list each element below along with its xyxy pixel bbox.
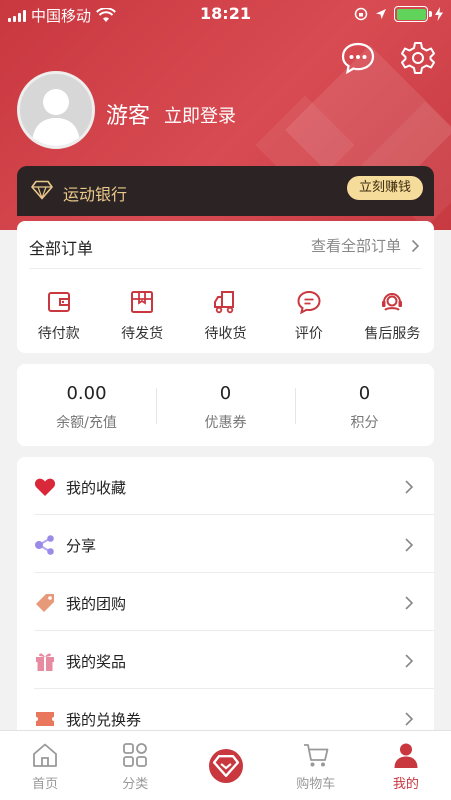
tab-label: 购物车 xyxy=(296,777,336,792)
share-icon xyxy=(35,535,54,555)
order-pending-shipment[interactable]: 待发货 xyxy=(100,289,183,343)
menu-item-label: 我的兑换券 xyxy=(66,711,142,729)
location-icon xyxy=(376,9,386,19)
tab-cart[interactable]: 购物车 xyxy=(271,731,361,800)
coupon-stat[interactable]: 0 优惠券 xyxy=(156,364,295,446)
order-pending-receipt[interactable]: 待收货 xyxy=(184,289,267,343)
comment-icon xyxy=(297,290,321,315)
menu-item-label: 分享 xyxy=(66,537,97,555)
chevron-right-icon xyxy=(405,712,414,726)
menu-item-label: 我的团购 xyxy=(66,595,127,613)
avatar[interactable] xyxy=(17,71,95,149)
user-icon xyxy=(394,743,418,768)
order-item-label: 待发货 xyxy=(121,326,164,342)
coupon-label: 优惠券 xyxy=(204,415,247,431)
tab-label: 分类 xyxy=(122,777,149,792)
gift-icon xyxy=(36,653,54,671)
menu-item-label: 我的奖品 xyxy=(66,653,127,671)
menu-item-share[interactable]: 分享 xyxy=(17,515,434,573)
login-button[interactable]: 立即登录 xyxy=(164,102,236,128)
diamond-icon xyxy=(31,180,53,200)
coupon-value: 0 xyxy=(219,383,232,404)
order-item-label: 评价 xyxy=(294,326,323,342)
user-name: 游客 xyxy=(106,104,151,129)
balance-stat[interactable]: 0.00 余额/充值 xyxy=(17,364,156,446)
battery-icon xyxy=(394,6,432,22)
points-value: 0 xyxy=(358,383,371,404)
order-review[interactable]: 评价 xyxy=(267,289,350,343)
order-after-sales[interactable]: 售后服务 xyxy=(351,289,434,343)
points-stat[interactable]: 0 积分 xyxy=(295,364,434,446)
box-icon xyxy=(131,291,154,313)
heart-icon xyxy=(34,478,56,496)
chevron-right-icon xyxy=(411,239,420,252)
tab-bar: 首页 分类 购物车 我的 xyxy=(0,730,451,800)
grid-icon xyxy=(123,743,148,767)
tag-icon xyxy=(36,594,54,612)
coupon-icon xyxy=(36,712,54,726)
menu-item-prizes[interactable]: 我的奖品 xyxy=(17,631,434,689)
account-stats-card: 0.00 余额/充值 0 优惠券 0 积分 xyxy=(17,364,434,446)
chevron-right-icon xyxy=(405,480,414,494)
divider xyxy=(29,268,422,269)
orientation-lock-icon xyxy=(354,7,368,21)
center-tab-button[interactable] xyxy=(208,749,243,783)
balance-value: 0.00 xyxy=(66,383,107,404)
points-label: 积分 xyxy=(350,415,379,431)
status-bar: 中国移动 18:21 xyxy=(0,0,451,30)
gear-icon[interactable] xyxy=(400,40,436,76)
orders-card: 全部订单 查看全部订单 待付款 待发货 待收货 评价 售后服务 xyxy=(17,221,434,353)
tab-category[interactable]: 分类 xyxy=(90,731,180,800)
earn-money-button[interactable]: 立刻赚钱 xyxy=(346,176,423,200)
wallet-icon xyxy=(47,292,70,312)
menu-item-group-buy[interactable]: 我的团购 xyxy=(17,573,434,631)
menu-item-label: 我的收藏 xyxy=(66,479,127,497)
menu-list: 我的收藏 分享 我的团购 我的奖品 我的兑换券 xyxy=(17,457,434,737)
chevron-right-icon xyxy=(405,596,414,610)
service-icon xyxy=(382,293,403,311)
tab-label: 首页 xyxy=(32,777,59,792)
cart-icon xyxy=(303,744,329,767)
balance-label: 余额/充值 xyxy=(56,415,117,431)
charging-icon xyxy=(435,7,443,21)
sports-bank-bar[interactable]: 运动银行 立刻赚钱 xyxy=(17,166,434,216)
view-all-orders-link[interactable]: 查看全部订单 xyxy=(311,235,420,256)
message-icon[interactable] xyxy=(340,40,376,76)
order-pending-payment[interactable]: 待付款 xyxy=(17,289,100,343)
default-avatar-icon xyxy=(32,89,80,146)
home-icon xyxy=(33,743,57,767)
view-all-orders-label: 查看全部订单 xyxy=(310,237,401,255)
orders-title: 全部订单 xyxy=(29,239,94,258)
truck-icon xyxy=(213,291,234,314)
tab-mine[interactable]: 我的 xyxy=(361,731,451,800)
sports-bank-label: 运动银行 xyxy=(63,185,128,204)
order-item-label: 售后服务 xyxy=(364,326,421,342)
chevron-right-icon xyxy=(405,538,414,552)
tab-home[interactable]: 首页 xyxy=(0,731,90,800)
diamond-icon xyxy=(212,755,239,777)
chevron-right-icon xyxy=(405,654,414,668)
tab-center[interactable] xyxy=(180,731,270,800)
order-item-label: 待收货 xyxy=(204,326,247,342)
order-item-label: 待付款 xyxy=(37,326,80,342)
tab-label: 我的 xyxy=(392,777,419,792)
menu-item-favorites[interactable]: 我的收藏 xyxy=(17,457,434,515)
